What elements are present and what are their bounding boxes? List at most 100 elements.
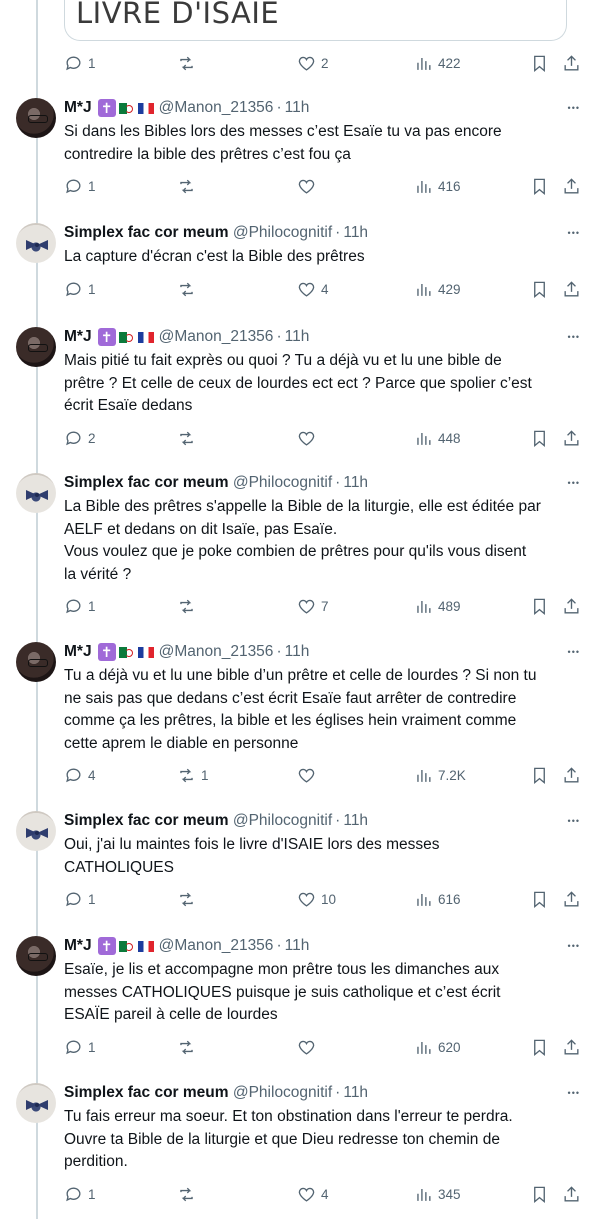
- like-button[interactable]: [297, 1038, 321, 1057]
- like-button[interactable]: [297, 766, 321, 785]
- username[interactable]: @Philocognitif: [233, 474, 332, 492]
- timestamp[interactable]: 11h: [285, 99, 310, 117]
- repost-button[interactable]: [177, 280, 201, 299]
- bookmark-button[interactable]: [530, 177, 549, 196]
- display-name[interactable]: Simplex fac cor meum: [64, 812, 229, 830]
- views-button[interactable]: 422: [414, 54, 461, 73]
- timestamp[interactable]: 11h: [343, 1084, 368, 1102]
- share-button[interactable]: [562, 1038, 581, 1057]
- timestamp[interactable]: 11h: [285, 937, 310, 955]
- timestamp[interactable]: 11h: [343, 474, 368, 492]
- like-button[interactable]: 10: [297, 890, 336, 909]
- more-icon[interactable]: •••: [568, 103, 580, 113]
- avatar[interactable]: [16, 811, 56, 851]
- username[interactable]: @Philocognitif: [233, 812, 332, 830]
- repost-button[interactable]: [177, 54, 201, 73]
- views-button[interactable]: 429: [414, 280, 461, 299]
- bookmark-button[interactable]: [530, 1038, 549, 1057]
- views-button[interactable]: 616: [414, 890, 461, 909]
- reply-button[interactable]: 2: [64, 429, 96, 448]
- bookmark-button[interactable]: [530, 429, 549, 448]
- more-icon[interactable]: •••: [568, 647, 580, 657]
- repost-button[interactable]: [177, 890, 201, 909]
- views-button[interactable]: 489: [414, 597, 461, 616]
- username[interactable]: @Manon_21356: [159, 99, 274, 117]
- repost-button[interactable]: 1: [177, 766, 209, 785]
- tweet-text-line: Esaïe, je lis et accompagne mon prêtre t…: [64, 961, 500, 978]
- like-button[interactable]: [297, 429, 321, 448]
- more-icon[interactable]: •••: [568, 816, 580, 826]
- bookmark-icon: [530, 597, 549, 616]
- username[interactable]: @Manon_21356: [159, 937, 274, 955]
- display-name[interactable]: Simplex fac cor meum: [64, 1084, 229, 1102]
- tweet-text-line: comme ça les prêtres, la bible et les ég…: [64, 712, 517, 729]
- views-button[interactable]: 416: [414, 177, 461, 196]
- display-name[interactable]: Simplex fac cor meum: [64, 224, 229, 242]
- like-button[interactable]: 4: [297, 280, 329, 299]
- more-icon[interactable]: •••: [568, 478, 580, 488]
- views-button[interactable]: 620: [414, 1038, 461, 1057]
- tweet-text: La capture d'écran c'est la Bible des pr…: [64, 246, 584, 269]
- timestamp[interactable]: 11h: [343, 812, 368, 830]
- display-name[interactable]: M*J: [64, 937, 92, 955]
- repost-button[interactable]: [177, 177, 201, 196]
- bookmark-button[interactable]: [530, 1185, 549, 1204]
- reply-button[interactable]: 1: [64, 54, 96, 73]
- more-icon[interactable]: •••: [568, 332, 580, 342]
- repost-button[interactable]: [177, 1038, 201, 1057]
- reply-button[interactable]: 1: [64, 890, 96, 909]
- avatar[interactable]: [16, 936, 56, 976]
- views-button[interactable]: 345: [414, 1185, 461, 1204]
- display-name[interactable]: M*J: [64, 99, 92, 117]
- more-icon[interactable]: •••: [568, 941, 580, 951]
- bookmark-button[interactable]: [530, 597, 549, 616]
- username[interactable]: @Manon_21356: [159, 643, 274, 661]
- like-button[interactable]: 7: [297, 597, 329, 616]
- avatar[interactable]: [16, 642, 56, 682]
- share-button[interactable]: [562, 1185, 581, 1204]
- like-button[interactable]: 2: [297, 54, 329, 73]
- tweet-header: M*J ✝ @Manon_21356 · 11h: [64, 327, 309, 347]
- share-button[interactable]: [562, 597, 581, 616]
- display-name[interactable]: M*J: [64, 328, 92, 346]
- reply-button[interactable]: 1: [64, 1185, 96, 1204]
- bookmark-button[interactable]: [530, 890, 549, 909]
- reply-button[interactable]: 1: [64, 177, 96, 196]
- share-button[interactable]: [562, 429, 581, 448]
- avatar[interactable]: [16, 473, 56, 513]
- share-button[interactable]: [562, 766, 581, 785]
- share-button[interactable]: [562, 54, 581, 73]
- bookmark-button[interactable]: [530, 766, 549, 785]
- more-icon[interactable]: •••: [568, 1088, 580, 1098]
- share-button[interactable]: [562, 280, 581, 299]
- share-button[interactable]: [562, 177, 581, 196]
- avatar[interactable]: [16, 1083, 56, 1123]
- username[interactable]: @Manon_21356: [159, 328, 274, 346]
- reply-button[interactable]: 1: [64, 280, 96, 299]
- repost-button[interactable]: [177, 429, 201, 448]
- reply-button[interactable]: 4: [64, 766, 96, 785]
- timestamp[interactable]: 11h: [285, 643, 310, 661]
- reply-button[interactable]: 1: [64, 597, 96, 616]
- like-button[interactable]: [297, 177, 321, 196]
- views-button[interactable]: 448: [414, 429, 461, 448]
- share-button[interactable]: [562, 890, 581, 909]
- reply-button[interactable]: 1: [64, 1038, 96, 1057]
- like-button[interactable]: 4: [297, 1185, 329, 1204]
- avatar[interactable]: [16, 98, 56, 138]
- views-button[interactable]: 7.2K: [414, 766, 466, 785]
- timestamp[interactable]: 11h: [343, 224, 368, 242]
- more-icon[interactable]: •••: [568, 228, 580, 238]
- timestamp[interactable]: 11h: [285, 328, 310, 346]
- display-name[interactable]: Simplex fac cor meum: [64, 474, 229, 492]
- bookmark-button[interactable]: [530, 54, 549, 73]
- display-name[interactable]: M*J: [64, 643, 92, 661]
- avatar[interactable]: [16, 327, 56, 367]
- username[interactable]: @Philocognitif: [233, 1084, 332, 1102]
- avatar[interactable]: [16, 223, 56, 263]
- bookmark-button[interactable]: [530, 280, 549, 299]
- repost-icon: [177, 766, 196, 785]
- repost-button[interactable]: [177, 597, 201, 616]
- username[interactable]: @Philocognitif: [233, 224, 332, 242]
- repost-button[interactable]: [177, 1185, 201, 1204]
